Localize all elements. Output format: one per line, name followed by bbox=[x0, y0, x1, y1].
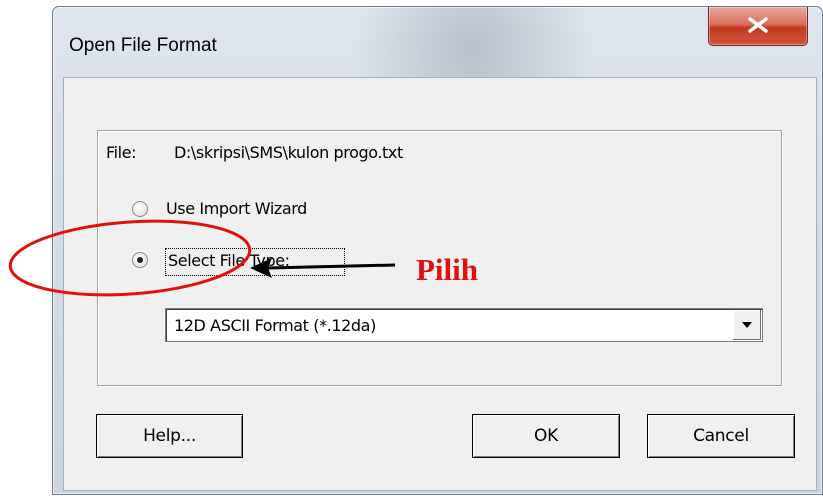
select-file-type-radio[interactable] bbox=[132, 252, 148, 268]
ok-button[interactable]: OK bbox=[472, 414, 620, 458]
file-label: File: bbox=[106, 143, 137, 162]
use-import-wizard-label[interactable]: Use Import Wizard bbox=[166, 199, 307, 218]
annotation-label: Pilih bbox=[416, 252, 479, 287]
use-import-wizard-radio[interactable] bbox=[132, 201, 148, 217]
close-icon bbox=[748, 17, 768, 33]
file-type-select[interactable]: 12D ASCII Format (*.12da) bbox=[165, 308, 763, 342]
cancel-button[interactable]: Cancel bbox=[647, 414, 795, 458]
file-type-selected-value: 12D ASCII Format (*.12da) bbox=[174, 316, 376, 335]
file-path: D:\skripsi\SMS\kulon progo.txt bbox=[174, 143, 403, 162]
help-button[interactable]: Help... bbox=[96, 414, 243, 458]
file-type-dropdown-button[interactable] bbox=[732, 310, 761, 340]
chevron-down-icon bbox=[742, 322, 752, 328]
window-title: Open File Format bbox=[69, 35, 217, 56]
select-file-type-label[interactable]: Select File Type: bbox=[168, 251, 290, 270]
close-button[interactable] bbox=[708, 7, 808, 46]
